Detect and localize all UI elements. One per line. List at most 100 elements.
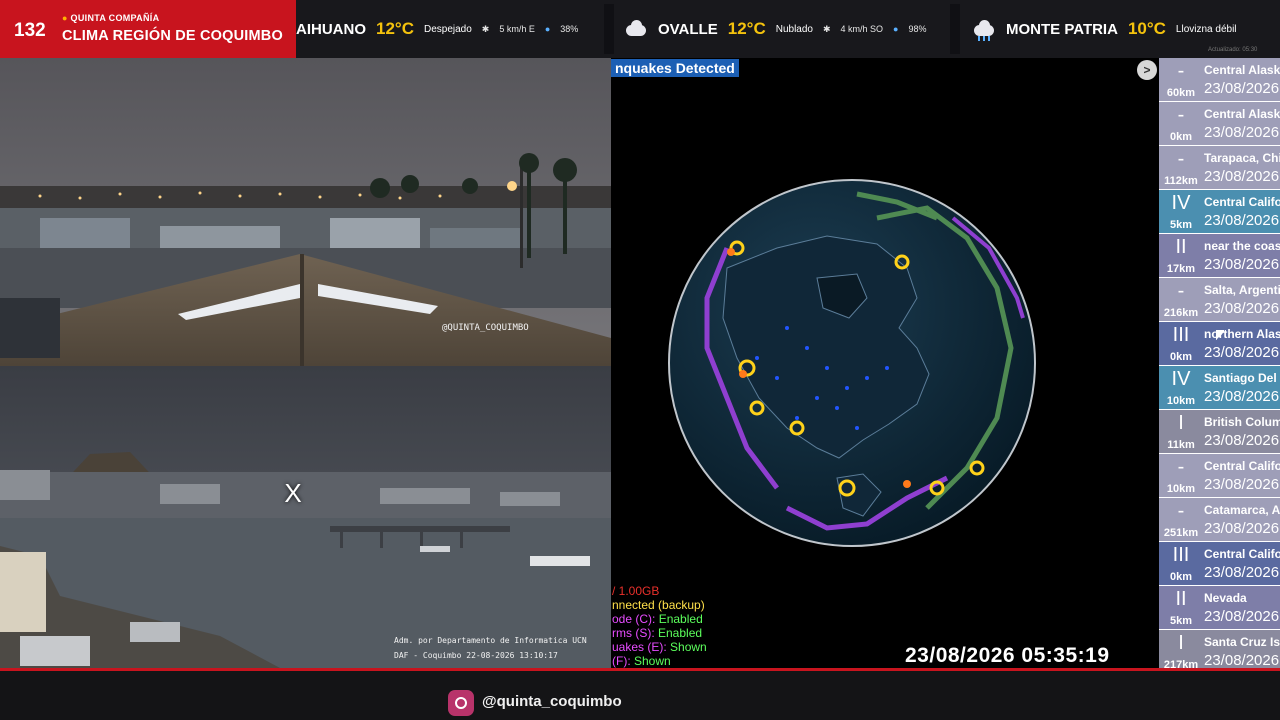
station-condition: Nublado: [775, 23, 813, 35]
station-humidity: 38%: [560, 24, 579, 34]
divider: [604, 4, 614, 54]
quake-place: Central California: [1204, 547, 1280, 561]
station-city: OVALLE: [658, 20, 718, 38]
quake-list-item[interactable]: - 251km Catamarca, Argentina 23/08/2026: [1159, 498, 1280, 542]
quake-intensity: -: [1177, 104, 1185, 126]
quake-list-item[interactable]: III 0km Central California 23/08/2026: [1159, 542, 1280, 586]
quake-date: 23/08/2026: [1204, 168, 1280, 185]
quake-date: 23/08/2026: [1204, 652, 1280, 668]
quake-intensity: -: [1177, 60, 1185, 82]
brand-number: 132: [14, 20, 46, 41]
quake-intensity: -: [1177, 148, 1185, 170]
quake-intensity: IV: [1171, 192, 1191, 214]
station-monte-patria: MONTE PATRIA 10°C Llovizna débil: [972, 0, 1247, 58]
quake-list-item[interactable]: I 11km British Columbia 23/08/2026: [1159, 410, 1280, 454]
quake-date: 23/08/2026: [1204, 564, 1280, 581]
station-wind: 5 km/h E: [499, 24, 535, 34]
quake-date: 23/08/2026: [1204, 300, 1280, 317]
quake-distance: 112km: [1164, 175, 1198, 187]
quake-distance: 10km: [1166, 483, 1196, 495]
quake-place: near the coast: [1204, 239, 1280, 253]
quake-list-item[interactable]: - 60km Central Alaska 23/08/2026: [1159, 58, 1280, 102]
quake-intensity: -: [1177, 280, 1185, 302]
quake-intensity: -: [1177, 456, 1185, 478]
quake-list-item[interactable]: - 0km Central Alaska 23/08/2026: [1159, 102, 1280, 146]
quake-place: Central Alaska: [1204, 63, 1280, 77]
close-button[interactable]: X: [276, 476, 310, 510]
quake-distance: 5km: [1169, 219, 1193, 231]
humidity-icon: ●: [893, 24, 899, 34]
wind-icon: ✱: [822, 23, 831, 34]
quake-intensity: III: [1172, 544, 1190, 566]
station-temp: 10°C: [1127, 19, 1166, 38]
quake-date: 23/08/2026: [1204, 520, 1280, 537]
quake-list-item[interactable]: I 217km Santa Cruz Island 23/08/2026: [1159, 630, 1280, 668]
quake-distance: 0km: [1169, 351, 1193, 363]
camera-image-night-city: [0, 58, 611, 366]
quake-distance: 0km: [1169, 571, 1193, 583]
quake-distance: 5km: [1169, 615, 1193, 627]
camera-feed-city: @QUINTA_COQUIMBO: [0, 58, 611, 366]
quake-place: Tarapaca, Chile: [1204, 151, 1280, 165]
quake-list-item[interactable]: - 216km Salta, Argentina 23/08/2026: [1159, 278, 1280, 322]
quake-list-item[interactable]: III0kmnorthern Alaska23/08/2026: [1159, 322, 1280, 366]
quake-place: Santiago Del Estero: [1204, 371, 1280, 385]
quake-date: 23/08/2026: [1204, 432, 1280, 449]
quake-date: 23/08/2026: [1204, 388, 1280, 405]
next-button[interactable]: >: [1137, 60, 1157, 80]
bullet-icon: ●: [62, 13, 71, 23]
status-mode-label: ode (C):: [612, 612, 656, 626]
quake-distance: 217km: [1163, 659, 1199, 668]
station-temp: 12°C: [727, 19, 766, 38]
quake-intensity: IV: [1171, 368, 1191, 390]
brand-org-text: QUINTA COMPAÑÍA: [70, 13, 160, 23]
quake-distance: 251km: [1163, 527, 1199, 539]
wind-icon: ✱: [481, 23, 490, 34]
status-storage: / 1.00GB: [612, 584, 660, 598]
quake-distance: 17km: [1166, 263, 1196, 275]
quake-date: 23/08/2026: [1204, 344, 1280, 361]
quake-intensity: II: [1175, 236, 1187, 258]
quake-list-item[interactable]: IV 10km Santiago Del Estero 23/08/2026: [1159, 366, 1280, 410]
quake-place: Salta, Argentina: [1204, 283, 1280, 297]
quake-intensity: I: [1178, 632, 1184, 654]
station-condition: Llovizna débil: [1175, 23, 1237, 35]
quake-intensity: I: [1178, 412, 1184, 434]
status-mode: ode (C): Enabled: [612, 612, 703, 626]
quake-date: 23/08/2026: [1204, 476, 1280, 493]
quake-list-item[interactable]: II 5km Nevada 23/08/2026: [1159, 586, 1280, 630]
quake-list[interactable]: - 60km Central Alaska 23/08/2026 - 0km Central…: [1159, 58, 1280, 668]
quake-list-item[interactable]: - 112km Tarapaca, Chile 23/08/2026: [1159, 146, 1280, 190]
rain-cloud-icon: [972, 20, 996, 41]
updated-note: Actualizado: 05:30: [1208, 47, 1258, 53]
status-faults-label: (F):: [612, 654, 631, 668]
quake-distance: 11km: [1167, 439, 1195, 451]
cloud-icon: [624, 20, 648, 38]
station-city: MONTE PATRIA: [1006, 20, 1118, 38]
quake-date: 23/08/2026: [1204, 124, 1280, 141]
camera-watermark: @QUINTA_COQUIMBO: [442, 323, 529, 333]
quake-place: British Columbia: [1204, 415, 1280, 429]
quake-list-item[interactable]: - 10km Central California 23/08/2026: [1159, 454, 1280, 498]
quake-place: Central California: [1204, 459, 1280, 473]
station-wind: 4 km/h SO: [840, 24, 884, 34]
status-connection: nnected (backup): [612, 598, 705, 612]
stream-screen: AIHUANO 12°C Despejado ✱ 5 km/h E ● 38% …: [0, 0, 1280, 720]
camera-feed-harbor: X Adm. por Departamento de Informatica U…: [0, 366, 611, 668]
quake-date: 23/08/2026: [1204, 256, 1280, 273]
quake-place: Santa Cruz Island: [1204, 635, 1280, 649]
quake-place: Central California: [1204, 195, 1280, 209]
station-humidity: 98%: [908, 24, 927, 34]
station-city: AIHUANO: [296, 20, 366, 38]
quake-list-item[interactable]: II 17km near the coast 23/08/2026: [1159, 234, 1280, 278]
quake-date: 23/08/2026: [1204, 608, 1280, 625]
quake-place: Nevada: [1204, 591, 1247, 605]
station-aihuano: AIHUANO 12°C Despejado ✱ 5 km/h E ● 38%: [296, 0, 588, 58]
status-alarms: rms (S): Enabled: [612, 626, 702, 640]
quake-list-item[interactable]: IV 5km Central California 23/08/2026: [1159, 190, 1280, 234]
brand-title: CLIMA REGIÓN DE COQUIMBO: [62, 28, 283, 44]
globe[interactable]: [667, 178, 1037, 548]
station-ovalle: OVALLE 12°C Nublado ✱ 4 km/h SO ● 98%: [624, 0, 937, 58]
station-temp: 12°C: [376, 19, 414, 38]
divider: [950, 4, 960, 54]
